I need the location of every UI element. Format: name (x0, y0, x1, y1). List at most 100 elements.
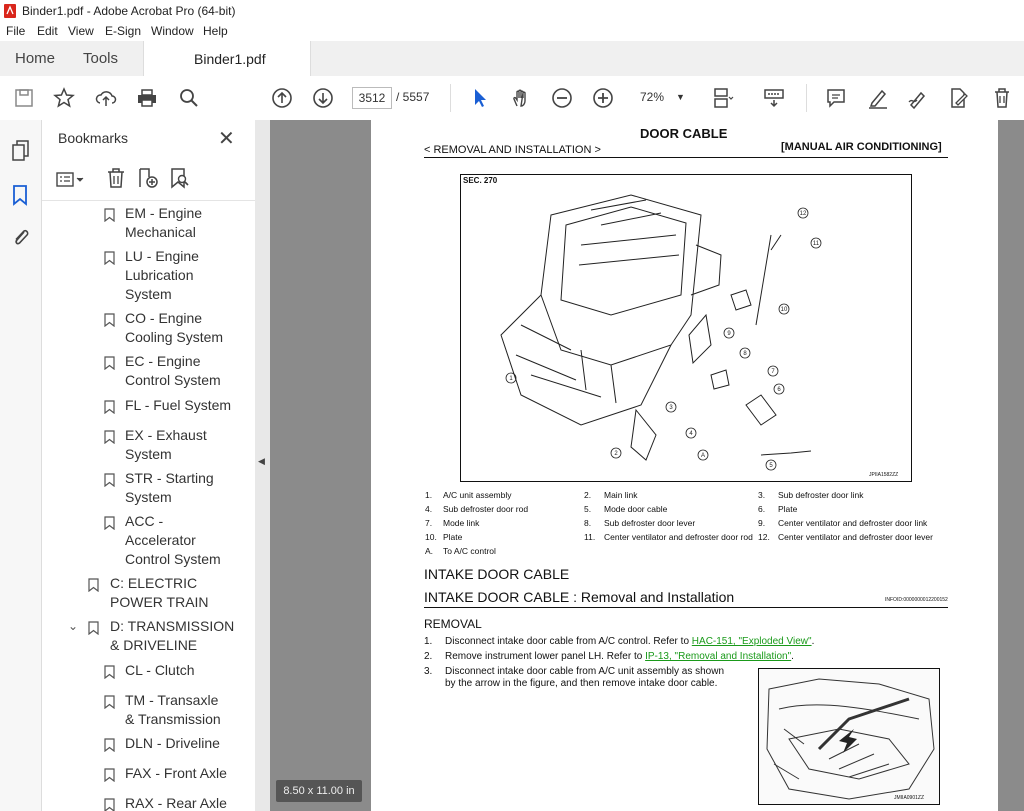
legend-num: 3. (758, 490, 766, 500)
bookmark-label: Cooling System (125, 329, 224, 345)
step-end: . (811, 636, 815, 647)
delete-bookmark-icon[interactable] (106, 167, 126, 189)
page-down-icon[interactable] (311, 86, 335, 110)
document-viewport[interactable]: DOOR CABLE < REMOVAL AND INSTALLATION > … (270, 120, 1024, 811)
legend-text: Mode link (443, 518, 480, 528)
trash-icon[interactable] (990, 86, 1014, 110)
bookmark-item-tm[interactable]: TM - Transaxle & Transmission (125, 691, 221, 729)
step-text: by the arrow in the figure, and then rem… (445, 678, 718, 689)
tab-tools[interactable]: Tools (83, 50, 118, 67)
bookmark-item-lu[interactable]: LU - Engine Lubrication System (125, 247, 199, 304)
keyboard-scroll-icon[interactable] (762, 86, 786, 110)
bookmark-label: TM - Transaxle (125, 692, 219, 708)
subsection-title: INTAKE DOOR CABLE : Removal and Installa… (424, 589, 735, 605)
print-icon[interactable] (135, 86, 159, 110)
bookmark-label: RAX - Rear Axle (125, 795, 227, 811)
tab-document[interactable]: Binder1.pdf (143, 41, 311, 77)
bookmark-icon (104, 430, 115, 444)
zoom-out-icon[interactable] (550, 86, 574, 110)
find-bookmark-icon[interactable] (169, 167, 191, 189)
svg-text:A: A (701, 453, 705, 459)
zoom-level-dropdown[interactable]: 72% ▼ (628, 87, 688, 107)
tab-home[interactable]: Home (15, 50, 55, 67)
svg-text:12: 12 (800, 211, 807, 217)
legend-num: 6. (758, 504, 766, 514)
bookmark-icon (104, 251, 115, 265)
bookmark-label: EC - Engine (125, 353, 201, 369)
menu-window[interactable]: Window (151, 24, 194, 38)
navigation-rail (0, 120, 42, 811)
page-up-icon[interactable] (270, 86, 294, 110)
attachments-icon[interactable] (11, 226, 31, 248)
menu-file[interactable]: File (6, 24, 25, 38)
chevron-down-icon: ▼ (676, 92, 685, 102)
bookmark-item-str[interactable]: STR - Starting System (125, 469, 214, 507)
bookmark-label: & Transmission (125, 711, 221, 727)
bookmark-item-acc[interactable]: ACC - Accelerator Control System (125, 512, 221, 569)
acrobat-icon (4, 4, 16, 18)
bookmark-item-ex[interactable]: EX - Exhaust System (125, 426, 207, 464)
bookmark-item-cl[interactable]: CL - Clutch (125, 661, 195, 680)
bookmark-item-ec[interactable]: EC - Engine Control System (125, 352, 221, 390)
intake-cable-figure: JMIIA0901ZZ (758, 668, 940, 805)
highlight-pen-icon[interactable] (866, 86, 890, 110)
save-icon[interactable] (12, 86, 36, 110)
bookmark-item-fl[interactable]: FL - Fuel System (125, 396, 231, 415)
section-title-intake: INTAKE DOOR CABLE (424, 566, 570, 582)
bookmark-item-dln[interactable]: DLN - Driveline (125, 734, 220, 753)
menu-edit[interactable]: Edit (37, 24, 58, 38)
edit-pdf-icon[interactable] (946, 86, 970, 110)
bookmark-item-em[interactable]: EM - Engine Mechanical (125, 204, 202, 242)
star-icon[interactable] (52, 86, 76, 110)
step-1: 1. Disconnect intake door cable from A/C… (424, 636, 814, 647)
new-bookmark-icon[interactable] (137, 167, 159, 189)
info-id: INFOID:0000000012200152 (885, 597, 948, 603)
hand-tool-icon[interactable] (509, 86, 533, 110)
panel-collapse-handle[interactable]: ◀ (255, 120, 270, 811)
legend-num: A. (425, 546, 434, 556)
menu-view[interactable]: View (68, 24, 94, 38)
page-display-icon[interactable] (710, 86, 734, 110)
bookmark-icon (104, 356, 115, 370)
svg-text:9: 9 (727, 331, 731, 337)
bookmarks-icon[interactable] (12, 184, 28, 206)
bookmark-item-co[interactable]: CO - Engine Cooling System (125, 309, 223, 347)
sign-pen-icon[interactable] (906, 86, 930, 110)
bookmark-item-c-electric[interactable]: C: ELECTRIC POWER TRAIN (110, 574, 209, 612)
bookmarks-panel: Bookmarks ✕ EM - Engine Mechanical LU - E… (42, 120, 286, 811)
bookmark-label: ACC - (125, 513, 164, 529)
bookmark-label: Mechanical (125, 224, 196, 240)
zoom-search-icon[interactable] (177, 86, 201, 110)
comment-icon[interactable] (824, 86, 848, 110)
intake-cable-photo (766, 678, 935, 800)
page-total: / 5557 (396, 90, 430, 104)
bookmark-icon (104, 208, 115, 222)
bookmark-item-d-transmission[interactable]: D: TRANSMISSION & DRIVELINE (110, 617, 234, 655)
menu-help[interactable]: Help (203, 24, 228, 38)
step-text: Remove instrument lower panel LH. Refer … (445, 651, 646, 662)
page-thumbnails-icon[interactable] (11, 140, 31, 162)
svg-text:4: 4 (689, 431, 693, 437)
close-icon[interactable]: ✕ (218, 126, 235, 151)
menu-esign[interactable]: E-Sign (105, 24, 141, 38)
step-number: 3. (424, 666, 433, 677)
toolbar-divider (450, 84, 451, 112)
page-number-input[interactable]: 3512 (352, 87, 392, 109)
chevron-down-icon[interactable]: ⌄ (68, 619, 78, 633)
svg-text:5: 5 (769, 463, 773, 469)
bookmark-label: System (125, 489, 172, 505)
bookmark-item-fax[interactable]: FAX - Front Axle (125, 764, 227, 783)
ip-13-link[interactable]: IP-13, "Removal and Installation" (645, 651, 791, 662)
menu-bar: File Edit View E-Sign Window Help (0, 22, 1024, 41)
hac-151-link[interactable]: HAC-151, "Exploded View" (692, 636, 812, 647)
select-cursor-icon[interactable] (468, 86, 492, 110)
upload-cloud-icon[interactable] (94, 86, 118, 110)
bookmarks-toolbar (42, 160, 255, 201)
bookmark-icon (104, 738, 115, 752)
bookmark-item-rax[interactable]: RAX - Rear Axle (102, 794, 262, 811)
zoom-in-icon[interactable] (591, 86, 615, 110)
bookmark-options-icon[interactable] (56, 170, 86, 190)
exploded-view-figure: SEC. 270 12 11 10 9 8 7 6 3 4 2 1 5 A JP… (460, 174, 912, 482)
legend-num: 5. (584, 504, 592, 514)
page-heading: DOOR CABLE (640, 126, 728, 141)
